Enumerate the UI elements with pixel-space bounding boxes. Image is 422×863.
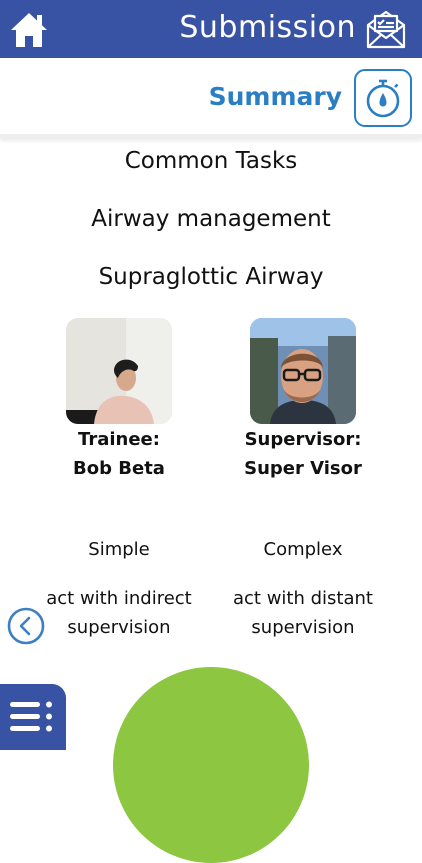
timer-button[interactable] (354, 69, 412, 127)
trainee-entrustment-line2: supervision (67, 617, 171, 638)
supervisor-name: Super Visor (244, 458, 362, 479)
supervisor-complexity: Complex (263, 539, 343, 560)
menu-button[interactable] (0, 684, 66, 750)
supervisor-role: Supervisor: (244, 429, 362, 450)
trainee-name: Bob Beta (73, 458, 165, 479)
home-icon (11, 13, 47, 47)
trainee-avatar (66, 318, 172, 424)
supervisor-label: Supervisor: Super Visor (213, 425, 393, 483)
action-circle[interactable] (113, 667, 309, 863)
task-category: Common Tasks (124, 148, 298, 174)
envelope-check-icon[interactable] (364, 7, 408, 51)
supervisor-entrustment: act with distant supervision (208, 584, 398, 642)
stopwatch-icon (366, 79, 400, 118)
supervisor-entrustment-line2: supervision (251, 617, 355, 638)
summary-header: Summary (0, 58, 422, 138)
top-bar: Submission (0, 0, 422, 58)
task-procedure: Supraglottic Airway (98, 264, 324, 290)
task-subcategory: Airway management (91, 206, 331, 232)
trainee-label: Trainee: Bob Beta (29, 425, 209, 483)
back-button[interactable] (7, 607, 45, 645)
home-button[interactable] (8, 9, 50, 51)
trainee-entrustment-line1: act with indirect (46, 588, 192, 609)
supervisor-entrustment-line1: act with distant (233, 588, 373, 609)
trainee-entrustment: act with indirect supervision (24, 584, 214, 642)
chevron-left-circle-icon (7, 607, 45, 645)
supervisor-avatar (250, 318, 356, 424)
menu-list-icon (10, 701, 52, 732)
trainee-role: Trainee: (78, 429, 160, 450)
trainee-complexity: Simple (88, 539, 150, 560)
page-title: Submission (179, 10, 356, 45)
summary-title: Summary (208, 82, 342, 111)
